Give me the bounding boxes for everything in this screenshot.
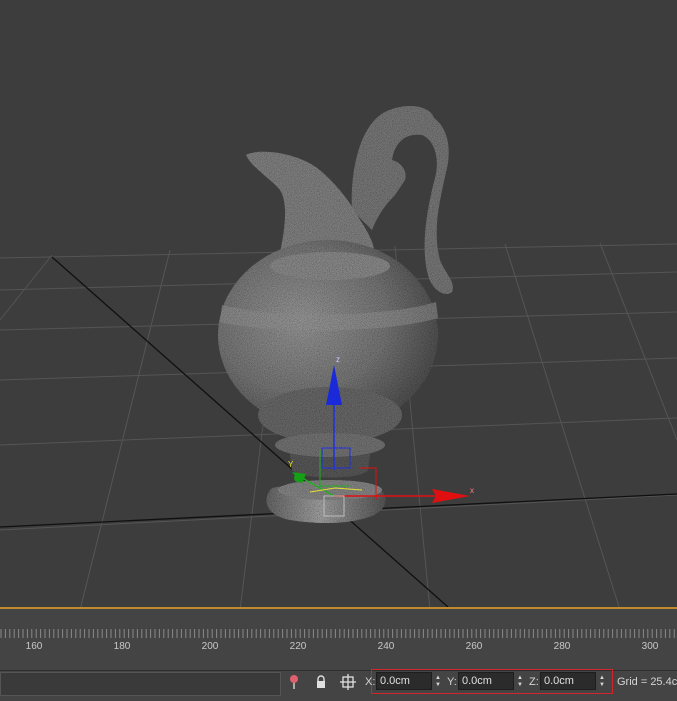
x-spinner[interactable]: ▲ ▼	[433, 673, 443, 690]
ruler-label: 220	[289, 641, 307, 652]
grid-size-readout: Grid = 25.4c	[617, 676, 677, 688]
viewport-scene: z x Y	[0, 106, 677, 610]
ruler-ticks	[0, 629, 675, 638]
ruler-label: 280	[553, 641, 571, 652]
lock-icon[interactable]	[312, 673, 330, 691]
z-coord-label: Z:	[529, 676, 539, 688]
spinner-down-icon: ▼	[435, 681, 441, 688]
z-coord-field[interactable]	[540, 672, 596, 690]
gizmo-x-label: x	[470, 486, 474, 495]
perspective-viewport[interactable]: z x Y	[0, 0, 677, 610]
ruler-label: 260	[465, 641, 483, 652]
x-axis-arrow	[432, 489, 470, 503]
ruler-label: 240	[377, 641, 395, 652]
spinner-up-icon: ▲	[517, 674, 523, 681]
ruler-label: 300	[641, 641, 659, 652]
ruler-label: 160	[25, 641, 43, 652]
spinner-down-icon: ▼	[517, 681, 523, 688]
spinner-down-icon: ▼	[599, 681, 605, 688]
x-coord-label: X:	[365, 676, 376, 688]
jug-model	[218, 106, 453, 524]
y-coord-field[interactable]	[458, 672, 514, 690]
selection-lock-icon[interactable]	[339, 673, 357, 691]
prompt-line[interactable]	[0, 672, 281, 696]
spinner-up-icon: ▲	[599, 674, 605, 681]
gizmo-z-label: z	[336, 355, 340, 364]
pin-icon[interactable]	[285, 673, 303, 691]
ruler-label: 200	[201, 641, 219, 652]
y-coord-label: Y:	[447, 676, 457, 688]
z-spinner[interactable]: ▲ ▼	[597, 673, 607, 690]
ruler-label: 180	[113, 641, 131, 652]
spinner-up-icon: ▲	[435, 674, 441, 681]
x-coord-field[interactable]	[376, 672, 432, 690]
y-spinner[interactable]: ▲ ▼	[515, 673, 525, 690]
gizmo-y-label: Y	[288, 460, 294, 469]
